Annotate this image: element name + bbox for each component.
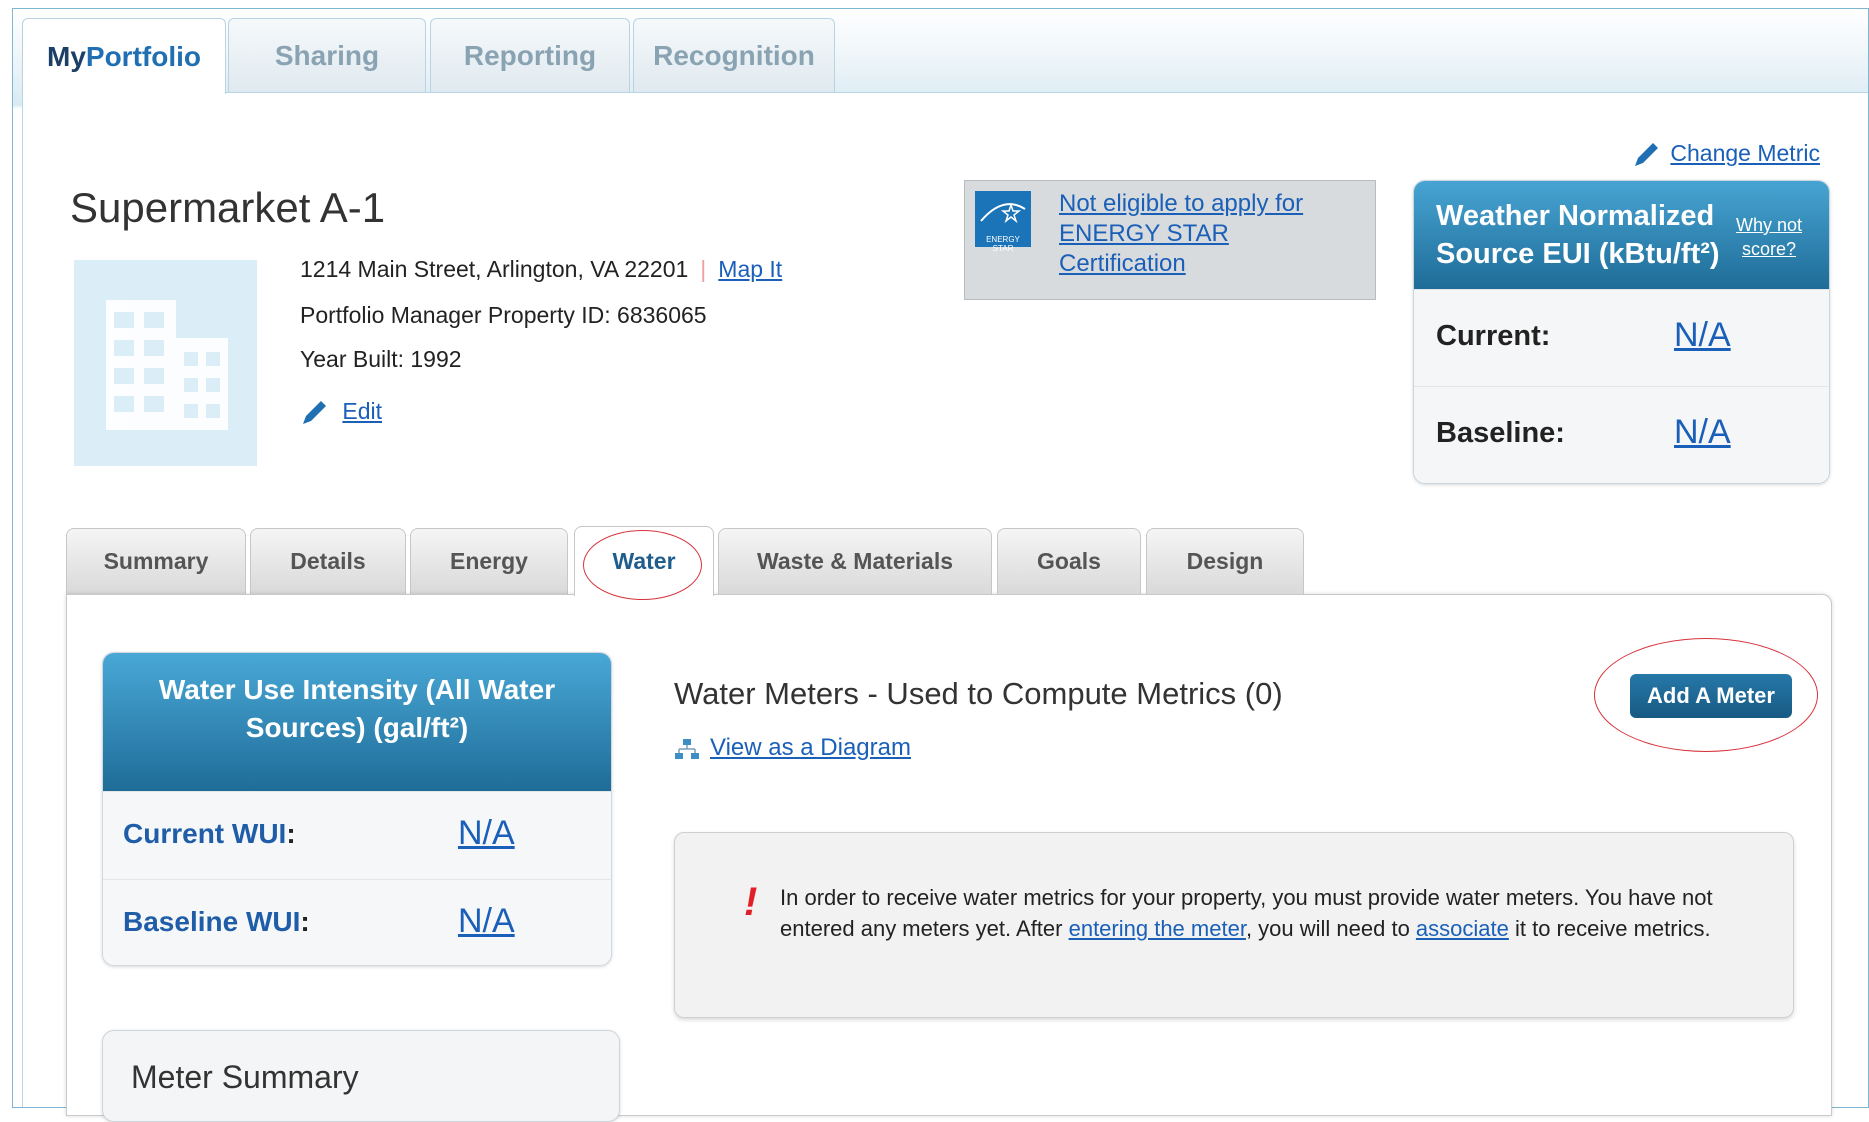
view-diagram-row: View as a Diagram xyxy=(674,734,911,762)
wui-card-header: Water Use Intensity (All Water Sources) … xyxy=(103,653,611,791)
tab-sharing[interactable]: Sharing xyxy=(228,18,426,92)
wui-current-label: Current WUI: xyxy=(123,818,296,850)
metric-title-line: Source EUI (kBtu/ft²) xyxy=(1436,238,1720,270)
metric-card-header: Weather Normalized Source EUI (kBtu/ft²)… xyxy=(1414,181,1829,289)
edit-row: Edit xyxy=(300,398,382,427)
metric-current-label: Current: xyxy=(1436,320,1551,352)
alert-message: In order to receive water metrics for yo… xyxy=(780,882,1760,944)
tab-label: Recognition xyxy=(653,39,815,71)
tab-label-prefix: My xyxy=(47,40,86,72)
not-eligible-link[interactable]: Not eligible to apply for ENERGY STAR Ce… xyxy=(1059,189,1359,279)
metric-current-row: Current: N/A xyxy=(1414,289,1829,386)
wui-current-value[interactable]: N/A xyxy=(458,814,515,853)
entering-the-meter-link[interactable]: entering the meter xyxy=(1069,916,1246,941)
meter-summary-title: Meter Summary xyxy=(131,1059,359,1095)
tab-label: Portfolio xyxy=(85,40,201,72)
colon: : xyxy=(286,818,296,849)
edit-link[interactable]: Edit xyxy=(342,398,382,424)
why-not-score-link[interactable]: Why not score? xyxy=(1736,213,1802,261)
colon: : xyxy=(300,906,310,937)
metric-title-line: Weather Normalized xyxy=(1436,200,1715,232)
highlight-ellipse-water-tab xyxy=(583,530,702,600)
tab-design[interactable]: Design xyxy=(1146,528,1304,594)
wui-baseline-row: Baseline WUI: N/A xyxy=(103,879,611,965)
alert-text-part: it to receive metrics. xyxy=(1508,916,1711,941)
separator: | xyxy=(700,256,707,282)
wui-current-row: Current WUI: N/A xyxy=(103,791,611,879)
associate-link[interactable]: associate xyxy=(1416,916,1509,941)
change-metric-row: Change Metric xyxy=(1632,140,1820,169)
wui-title-line: Water Use Intensity (All Water xyxy=(158,674,556,705)
tab-label: Sharing xyxy=(274,39,380,71)
tab-goals[interactable]: Goals xyxy=(997,528,1141,594)
map-it-link[interactable]: Map It xyxy=(718,256,782,282)
tab-details[interactable]: Details xyxy=(250,528,406,594)
why-not-line: score? xyxy=(1742,239,1797,259)
exclamation-icon: ! xyxy=(744,880,758,924)
alert-text-part: , you will need to xyxy=(1245,916,1416,941)
metric-title: Weather Normalized Source EUI (kBtu/ft²) xyxy=(1436,197,1720,273)
tab-recognition[interactable]: Recognition xyxy=(633,18,835,92)
energy-star-eligibility-box: ENERGY STAR Not eligible to apply for EN… xyxy=(964,180,1376,300)
meter-summary-card: Meter Summary xyxy=(102,1030,620,1122)
metric-baseline-row: Baseline: N/A xyxy=(1414,386,1829,483)
tab-reporting[interactable]: Reporting xyxy=(430,18,630,92)
metric-baseline-label: Baseline: xyxy=(1436,417,1565,449)
property-id: Portfolio Manager Property ID: 6836065 xyxy=(300,302,707,328)
metric-card: Weather Normalized Source EUI (kBtu/ft²)… xyxy=(1413,180,1830,484)
tab-energy[interactable]: Energy xyxy=(410,528,568,594)
pencil-icon xyxy=(303,400,326,424)
property-address: 1214 Main Street, Arlington, VA 22201 xyxy=(300,256,689,282)
diagram-icon xyxy=(675,738,699,759)
metric-baseline-value[interactable]: N/A xyxy=(1674,413,1731,452)
highlight-ellipse-add-meter xyxy=(1594,638,1818,752)
energy-star-logo: ENERGY STAR xyxy=(975,191,1031,253)
wui-baseline-value[interactable]: N/A xyxy=(458,902,515,941)
water-meters-title: Water Meters - Used to Compute Metrics (… xyxy=(674,676,1283,711)
energy-star-logo-text: ENERGY STAR xyxy=(986,235,1020,253)
metric-current-value[interactable]: N/A xyxy=(1674,316,1731,355)
wui-current-label-text: Current WUI xyxy=(123,818,287,849)
property-name: Supermarket A-1 xyxy=(70,184,386,231)
wui-title-line: Sources) (gal/ft²) xyxy=(245,712,469,743)
tab-myportfolio[interactable]: My Portfolio xyxy=(22,18,226,94)
pencil-icon xyxy=(1635,142,1658,166)
year-built: Year Built: 1992 xyxy=(300,346,462,372)
wui-baseline-label: Baseline WUI: xyxy=(123,906,310,938)
building-icon xyxy=(74,260,257,466)
view-as-diagram-link[interactable]: View as a Diagram xyxy=(710,734,911,761)
property-address-line: 1214 Main Street, Arlington, VA 22201 | Ma… xyxy=(300,256,782,283)
tab-label: Reporting xyxy=(463,39,597,71)
water-use-intensity-card: Water Use Intensity (All Water Sources) … xyxy=(102,652,612,966)
tab-summary[interactable]: Summary xyxy=(66,528,246,594)
change-metric-link[interactable]: Change Metric xyxy=(1670,140,1820,166)
why-not-line: Why not xyxy=(1736,215,1803,235)
tab-waste-materials[interactable]: Waste & Materials xyxy=(718,528,992,594)
wui-baseline-label-text: Baseline WUI xyxy=(123,906,301,937)
